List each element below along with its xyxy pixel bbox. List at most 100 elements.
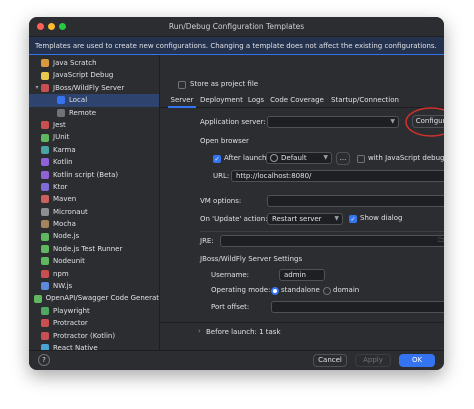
with-js-debugger-checkbox[interactable] bbox=[357, 155, 365, 163]
sidebar-item[interactable]: Node.js Test Runner bbox=[29, 243, 159, 255]
chevron-down-icon: ▼ bbox=[323, 154, 328, 161]
config-type-icon bbox=[41, 170, 49, 179]
sidebar-item-label: Local bbox=[69, 96, 88, 105]
config-type-icon bbox=[41, 71, 49, 80]
tab-startup-connection[interactable]: Startup/Connection bbox=[328, 94, 402, 108]
config-type-icon bbox=[41, 245, 49, 254]
config-type-icon bbox=[41, 319, 49, 328]
browser-value: Default bbox=[281, 154, 307, 162]
after-launch-checkbox[interactable]: ✓ bbox=[213, 155, 221, 163]
sidebar-item[interactable]: npm bbox=[29, 268, 159, 280]
on-update-label: On 'Update' action: bbox=[200, 215, 268, 223]
application-server-select[interactable]: ▼ bbox=[267, 116, 399, 128]
port-offset-input[interactable] bbox=[271, 301, 444, 313]
config-type-icon bbox=[41, 220, 49, 229]
application-server-label: Application server: bbox=[200, 118, 266, 126]
username-label: Username: bbox=[211, 271, 250, 279]
tab-deployment[interactable]: Deployment bbox=[200, 94, 243, 108]
config-type-icon bbox=[41, 331, 49, 340]
tab-code-coverage[interactable]: Code Coverage bbox=[270, 94, 324, 108]
sidebar-item[interactable]: Protractor (Kotlin) bbox=[29, 330, 159, 342]
title-bar: Run/Debug Configuration Templates bbox=[29, 17, 444, 37]
sidebar-item[interactable]: JUnit bbox=[29, 131, 159, 143]
chevron-right-icon[interactable]: › bbox=[198, 327, 201, 335]
config-type-icon bbox=[41, 121, 49, 130]
sidebar-item[interactable]: Jest bbox=[29, 119, 159, 131]
chevron-down-icon: ▼ bbox=[334, 215, 339, 222]
sidebar-item[interactable]: Protractor bbox=[29, 317, 159, 329]
jre-select[interactable]: 🗀 ▼ bbox=[220, 235, 444, 247]
minimize-window-button[interactable] bbox=[48, 23, 55, 30]
before-launch-label[interactable]: Before launch: 1 task bbox=[206, 328, 281, 336]
highlight-circle bbox=[405, 107, 444, 137]
sidebar-item[interactable]: Mocha bbox=[29, 218, 159, 230]
config-type-icon bbox=[57, 108, 65, 117]
sidebar-item[interactable]: Local bbox=[29, 94, 159, 107]
after-launch-label: After launch bbox=[224, 154, 267, 162]
sidebar-item[interactable]: Nodeunit bbox=[29, 255, 159, 267]
sidebar-item[interactable]: ▾ JBoss/WildFly Server bbox=[29, 82, 159, 94]
chevron-down-icon[interactable]: ▾ bbox=[33, 82, 41, 94]
sidebar-item[interactable]: NW.js bbox=[29, 280, 159, 292]
globe-icon bbox=[270, 154, 278, 162]
config-type-icon bbox=[41, 269, 49, 278]
sidebar-item-label: npm bbox=[53, 269, 69, 278]
sidebar-item[interactable]: Node.js bbox=[29, 230, 159, 242]
ok-button[interactable]: OK bbox=[399, 354, 435, 367]
store-as-project-file-checkbox[interactable] bbox=[178, 81, 186, 89]
sidebar-item-label: Protractor (Kotlin) bbox=[53, 331, 116, 340]
folder-icon[interactable]: 🗀 bbox=[438, 236, 444, 246]
vm-options-input[interactable]: ⤢ bbox=[267, 195, 444, 207]
username-input[interactable]: admin bbox=[279, 269, 325, 281]
sidebar-item[interactable]: Karma bbox=[29, 144, 159, 156]
cancel-button[interactable]: Cancel bbox=[313, 354, 347, 367]
browser-more-button[interactable]: ... bbox=[336, 152, 350, 165]
sidebar-item-label: Nodeunit bbox=[53, 257, 85, 266]
dialog-window: Run/Debug Configuration Templates Templa… bbox=[29, 17, 444, 370]
jre-label: JRE: bbox=[200, 237, 214, 245]
tab-logs[interactable]: Logs bbox=[246, 94, 266, 108]
sidebar-item-label: Ktor bbox=[53, 182, 68, 191]
sidebar-item[interactable]: Kotlin bbox=[29, 156, 159, 168]
sidebar-item[interactable]: Micronaut bbox=[29, 206, 159, 218]
sidebar-item[interactable]: OpenAPI/Swagger Code Generat bbox=[29, 292, 159, 304]
show-dialog-checkbox[interactable]: ✓ bbox=[349, 215, 357, 223]
sidebar-item-label: OpenAPI/Swagger Code Generat bbox=[45, 294, 159, 303]
sidebar-item[interactable]: Kotlin script (Beta) bbox=[29, 169, 159, 181]
sidebar-item-label: Kotlin bbox=[53, 158, 73, 167]
sidebar-item-label: JavaScript Debug bbox=[53, 71, 114, 80]
sidebar-item[interactable]: JavaScript Debug bbox=[29, 69, 159, 81]
sidebar-item-label: Playwright bbox=[53, 306, 90, 315]
sidebar-item[interactable]: Maven bbox=[29, 193, 159, 205]
sidebar-item[interactable]: Java Scratch bbox=[29, 57, 159, 69]
zoom-window-button[interactable] bbox=[59, 23, 66, 30]
sidebar-item[interactable]: React Native bbox=[29, 342, 159, 350]
browser-select[interactable]: Default ▼ bbox=[266, 152, 332, 164]
on-update-select[interactable]: Restart server ▼ bbox=[267, 213, 343, 225]
config-type-icon bbox=[41, 232, 49, 241]
config-type-icon bbox=[41, 183, 49, 192]
sidebar-item[interactable]: Ktor bbox=[29, 181, 159, 193]
dialog-footer: ? Cancel Apply OK bbox=[29, 350, 444, 370]
sidebar-item[interactable]: Playwright bbox=[29, 305, 159, 317]
url-input[interactable]: http://localhost:8080/ 🗀 bbox=[231, 170, 444, 182]
help-button[interactable]: ? bbox=[38, 354, 50, 366]
sidebar-item-label: Java Scratch bbox=[53, 59, 97, 67]
sidebar-item-label: React Native bbox=[53, 343, 98, 350]
mode-domain-radio[interactable] bbox=[323, 287, 331, 295]
close-window-button[interactable] bbox=[37, 23, 44, 30]
config-type-icon bbox=[41, 257, 49, 266]
mode-domain-label: domain bbox=[333, 286, 360, 294]
sidebar-item-label: NW.js bbox=[53, 282, 73, 291]
store-as-project-file-label: Store as project file bbox=[190, 80, 259, 88]
info-banner: Templates are used to create new configu… bbox=[29, 37, 444, 55]
mode-standalone-label: standalone bbox=[281, 286, 320, 294]
apply-button[interactable]: Apply bbox=[355, 354, 391, 367]
sidebar-item[interactable]: Remote bbox=[29, 107, 159, 119]
show-dialog-label: Show dialog bbox=[360, 214, 403, 222]
config-type-icon bbox=[41, 282, 49, 291]
config-type-icon bbox=[41, 195, 49, 204]
sidebar-item-label: Mocha bbox=[53, 220, 76, 229]
tab-server[interactable]: Server bbox=[168, 94, 196, 108]
mode-standalone-radio[interactable] bbox=[271, 287, 279, 295]
